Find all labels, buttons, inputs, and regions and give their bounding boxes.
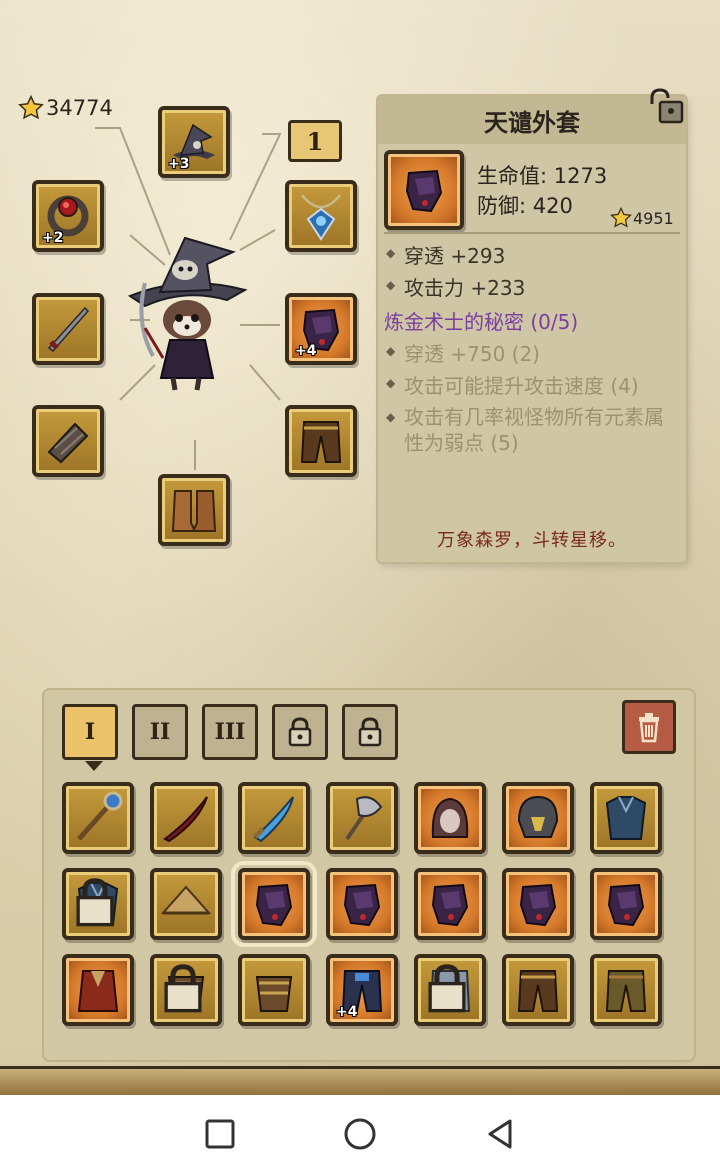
inventory-item-selected[interactable] <box>231 861 317 947</box>
gauntlet-icon <box>343 883 381 927</box>
tab-locked-4[interactable] <box>272 704 328 760</box>
slot-plus: +3 <box>168 156 190 172</box>
recents-button[interactable] <box>200 1114 240 1154</box>
star-icon <box>18 95 44 120</box>
home-button[interactable] <box>340 1114 380 1154</box>
item-rating: 4951 <box>610 207 674 229</box>
helmet-icon <box>517 795 559 838</box>
back-button[interactable] <box>480 1114 520 1154</box>
inventory-item[interactable] <box>502 954 574 1026</box>
tab-2[interactable]: II <box>132 704 188 760</box>
flavor-text: 万象森罗，斗转星移。 <box>437 530 627 551</box>
equip-slot-amulet[interactable] <box>285 180 357 252</box>
equip-slot-bracer[interactable] <box>32 405 104 477</box>
attribute-line: ◆ 穿透 +293 <box>386 244 506 268</box>
boots-icon <box>171 490 217 532</box>
set-bonus-line: ◆ 攻击可能提升攻击速度 (4) <box>386 374 639 398</box>
unlock-icon[interactable] <box>646 86 686 126</box>
pants-icon <box>605 970 647 1012</box>
pants-icon <box>300 421 342 463</box>
slot-plus: +4 <box>336 1004 358 1020</box>
item-title: 天谴外套 <box>378 96 686 144</box>
set-bonus-line: ◆ 攻击有几率视怪物所有元素属性为弱点 (5) <box>386 405 664 455</box>
tab-3[interactable]: III <box>202 704 258 760</box>
item-rating-value: 4951 <box>633 208 674 228</box>
lock-icon <box>164 964 202 1013</box>
hood-icon <box>431 797 469 838</box>
equip-slot-weapon[interactable] <box>32 293 104 365</box>
inventory-item[interactable] <box>414 868 486 940</box>
tab-1[interactable]: I <box>62 704 118 771</box>
gauntlet-icon <box>519 883 557 927</box>
armor-icon <box>605 796 647 840</box>
inventory-item[interactable] <box>590 954 662 1026</box>
trash-button[interactable] <box>622 700 676 754</box>
staff-icon <box>77 791 123 841</box>
slot-plus: +4 <box>295 343 317 359</box>
triangle-back-icon <box>488 1119 512 1149</box>
circle-icon <box>344 1118 376 1150</box>
lock-icon <box>358 717 382 747</box>
equip-slot-armor[interactable]: +4 <box>285 293 357 365</box>
character-avatar <box>127 236 248 391</box>
inventory-item[interactable] <box>414 954 486 1026</box>
pants-icon <box>517 970 559 1012</box>
inventory-item[interactable] <box>414 782 486 854</box>
character-rating: 34774 <box>18 95 113 121</box>
system-nav-bar <box>0 1095 720 1173</box>
gauntlet-icon <box>607 883 645 927</box>
bracer-icon <box>255 976 293 1012</box>
level-value: 1 <box>306 126 324 156</box>
level-badge[interactable]: 1 <box>288 120 342 162</box>
axe-icon <box>345 796 383 841</box>
gauntlet-icon <box>405 169 443 213</box>
inventory-item[interactable] <box>502 868 574 940</box>
inventory-item[interactable]: +4 <box>326 954 398 1026</box>
item-hp: 生命值: 1273 <box>477 164 608 188</box>
set-name: 炼金术士的秘密 (0/5) <box>384 310 579 334</box>
straw-hat-icon <box>160 885 212 915</box>
inventory-item[interactable] <box>326 782 398 854</box>
star-icon <box>610 207 632 228</box>
inventory-item[interactable] <box>502 782 574 854</box>
inventory-item[interactable] <box>590 782 662 854</box>
tab-locked-5[interactable] <box>342 704 398 760</box>
bracer-icon <box>47 422 89 464</box>
item-detail-icon <box>384 150 464 230</box>
ice-sword-icon <box>253 796 294 843</box>
inventory-item[interactable] <box>62 868 134 940</box>
inventory-item[interactable] <box>150 868 222 940</box>
inventory-item[interactable] <box>150 782 222 854</box>
inventory-item[interactable] <box>62 782 134 854</box>
set-bonus-line: ◆ 穿透 +750 (2) <box>386 342 540 366</box>
inventory-item[interactable] <box>62 954 134 1026</box>
equip-slot-ring[interactable]: +2 <box>32 180 104 252</box>
equip-slot-boots[interactable] <box>158 474 230 546</box>
item-defense: 防御: 420 <box>477 194 573 218</box>
robe-icon <box>77 970 119 1012</box>
red-blade-icon <box>163 796 208 843</box>
panel-divider <box>384 232 680 234</box>
rating-value: 34774 <box>46 96 113 120</box>
inventory-item[interactable] <box>238 954 310 1026</box>
inventory-item[interactable] <box>150 954 222 1026</box>
inventory-item[interactable] <box>326 868 398 940</box>
lock-icon <box>288 717 312 747</box>
gauntlet-icon <box>431 883 469 927</box>
square-icon <box>205 1119 235 1149</box>
trash-icon <box>639 713 659 743</box>
inventory-item[interactable] <box>238 782 310 854</box>
attribute-line: ◆ 攻击力 +233 <box>386 276 526 300</box>
lock-icon <box>428 964 466 1013</box>
equip-slot-pants[interactable] <box>285 405 357 477</box>
gauntlet-icon <box>255 883 293 927</box>
slot-plus: +2 <box>42 230 64 246</box>
lock-icon <box>76 878 114 927</box>
inventory-item[interactable] <box>590 868 662 940</box>
bottom-menu-strip <box>0 1066 720 1098</box>
equip-slot-hat[interactable]: +3 <box>158 106 230 178</box>
amulet-icon <box>301 194 341 241</box>
sword-icon <box>47 306 90 353</box>
